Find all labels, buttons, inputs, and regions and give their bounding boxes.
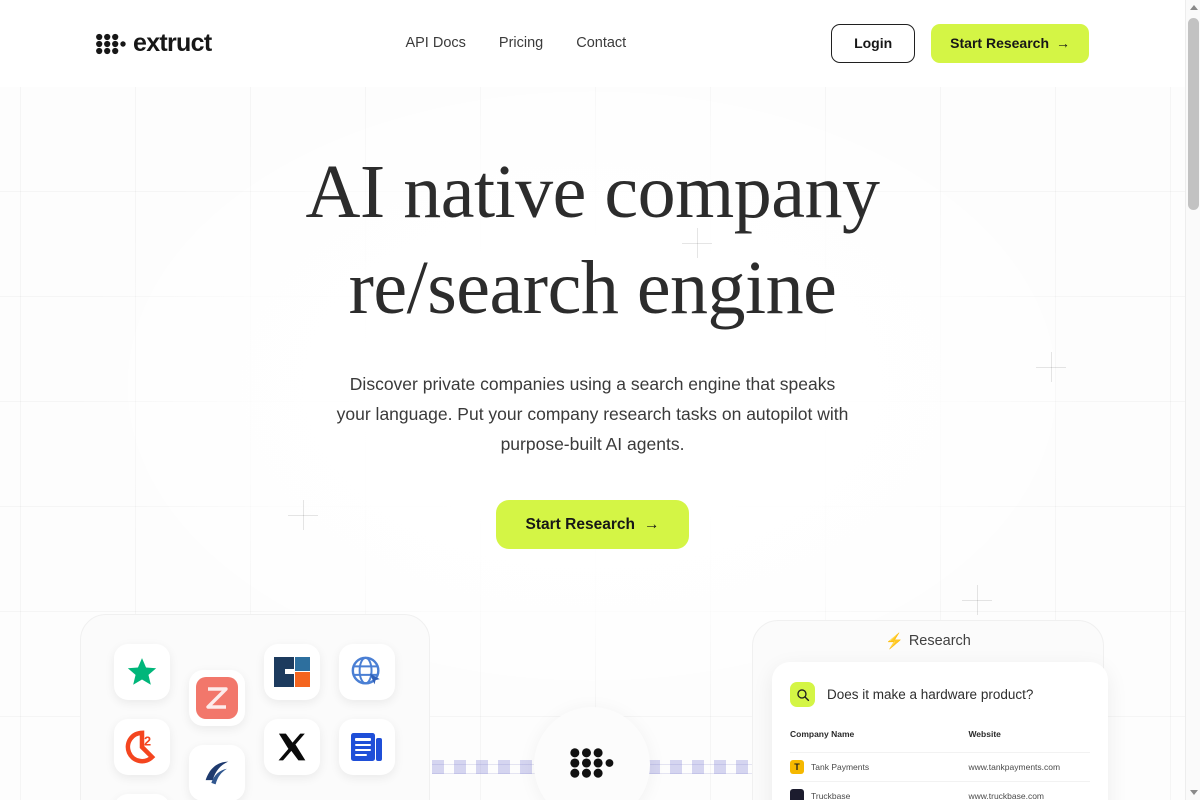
trustpilot-star-icon: [125, 655, 159, 689]
site-header: extruct API Docs Pricing Contact Login S…: [0, 0, 1185, 87]
hero-start-research-button[interactable]: Start Research →: [495, 499, 690, 550]
login-button[interactable]: Login: [831, 24, 916, 63]
hero-cta-wrap: Start Research →: [0, 499, 1185, 550]
source-icon-tile-zendesk[interactable]: [188, 669, 245, 726]
scrollbar-up-button[interactable]: [1186, 0, 1200, 15]
research-panel-title: ⚡ Research: [752, 633, 1104, 649]
table-header-row: Company Name Website: [790, 729, 1090, 753]
source-icon-tile-news[interactable]: [338, 718, 395, 775]
brand-wordmark: extruct: [133, 29, 212, 57]
extruct-engine-node: [534, 707, 650, 800]
source-icon-tile-github[interactable]: [113, 793, 170, 800]
connector-left: [432, 760, 536, 774]
brand-logo[interactable]: extruct: [96, 29, 212, 57]
extruct-dot-grid-logo-icon: [570, 747, 614, 784]
hero-heading-line-1: AI native company: [305, 150, 880, 234]
scrollbar-down-button[interactable]: [1186, 785, 1200, 800]
hero-cta-label: Start Research: [525, 515, 635, 533]
research-panel-title-label: Research: [908, 633, 971, 649]
hero-heading-line-2: re/search engine: [348, 245, 837, 330]
chevron-up-icon: [1189, 5, 1198, 10]
cell-website: www.truckbase.com: [882, 781, 1090, 800]
company-logo-icon: [790, 789, 804, 800]
arrow-right-icon: →: [1056, 35, 1070, 52]
company-logo-icon: T: [790, 760, 804, 774]
g2-icon: 2: [125, 730, 159, 764]
connector-right: [648, 760, 752, 774]
search-icon: [790, 682, 815, 707]
cell-company-name: Truckbase: [811, 791, 851, 800]
table-row[interactable]: Truckbase www.truckbase.com: [790, 781, 1090, 800]
news-document-icon: [350, 731, 384, 763]
zendesk-z-icon: [195, 676, 238, 719]
column-header-website: Website: [968, 729, 1001, 739]
bolt-icon: ⚡: [885, 632, 904, 650]
extruct-dot-grid-logo-icon: [96, 33, 126, 55]
source-icon-tile-g2[interactable]: 2: [113, 718, 170, 775]
nav-item-api-docs[interactable]: API Docs: [405, 36, 465, 51]
page-title: AI native company re/search engine: [263, 145, 923, 337]
source-icon-tile-capterra[interactable]: [263, 643, 320, 700]
arrow-right-icon: →: [643, 515, 660, 533]
scrollbar-thumb[interactable]: [1188, 18, 1199, 210]
source-icon-tile-x[interactable]: [263, 718, 320, 775]
column-header-company-name: Company Name: [790, 729, 855, 739]
x-twitter-icon: [276, 731, 308, 763]
globe-web-icon: [350, 655, 384, 689]
source-icon-tile-web[interactable]: [338, 643, 395, 700]
page-viewport: extruct API Docs Pricing Contact Login S…: [0, 0, 1185, 800]
research-search-row[interactable]: Does it make a hardware product?: [790, 682, 1090, 707]
chevron-down-icon: [1189, 790, 1198, 795]
source-icon-tile-linkedin[interactable]: [188, 744, 245, 800]
capterra-grid-icon: [273, 656, 310, 687]
research-results-table: Company Name Website T Tank Payments www…: [790, 729, 1090, 800]
research-query-text: Does it make a hardware product?: [827, 687, 1034, 702]
linkedin-wave-icon: [200, 756, 234, 790]
hero-subheading: Discover private companies using a searc…: [336, 373, 849, 454]
header-start-research-button[interactable]: Start Research →: [931, 24, 1089, 63]
hero-section: AI native company re/search engine Disco…: [0, 87, 1185, 550]
header-cta-label: Start Research: [950, 35, 1049, 52]
source-icon-tile-trustpilot[interactable]: [113, 643, 170, 700]
page-scrollbar[interactable]: [1185, 0, 1200, 800]
table-row[interactable]: T Tank Payments www.tankpayments.com: [790, 752, 1090, 782]
nav-item-pricing[interactable]: Pricing: [499, 36, 543, 51]
research-results-card: Does it make a hardware product? Company…: [772, 662, 1108, 800]
primary-nav: API Docs Pricing Contact: [405, 36, 626, 51]
svg-text:2: 2: [143, 733, 150, 748]
product-showcase: 2 ⚡ Research Does it make a hardware pro…: [0, 600, 1185, 800]
header-actions: Login Start Research →: [831, 24, 1089, 63]
cell-website: www.tankpayments.com: [882, 752, 1090, 782]
cell-company-name: Tank Payments: [811, 762, 870, 772]
nav-item-contact[interactable]: Contact: [576, 36, 626, 51]
source-icon-grid: 2: [104, 634, 404, 800]
